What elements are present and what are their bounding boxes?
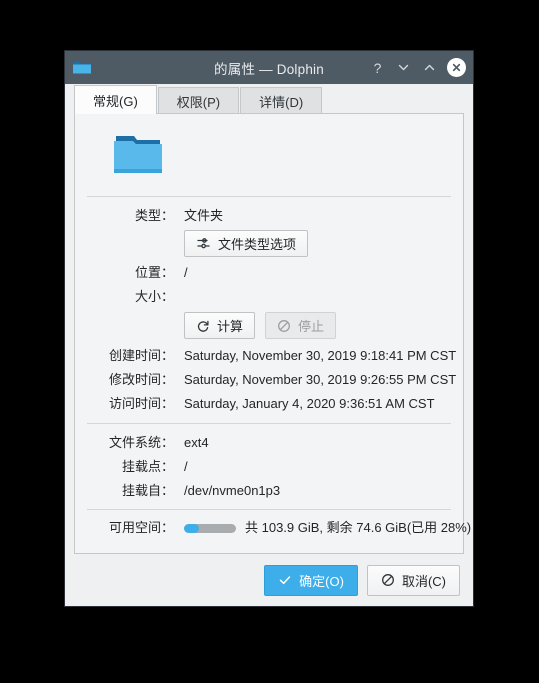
stop-button: 停止 — [265, 312, 337, 339]
accessed-value: Saturday, January 4, 2020 9:36:51 AM CST — [184, 396, 435, 411]
row-accessed: 访问时间： Saturday, January 4, 2020 9:36:51 … — [87, 392, 451, 416]
row-free-space: 可用空间： 共 103.9 GiB, 剩余 74.6 GiB(已用 28%) — [87, 516, 471, 540]
general-tab-panel: 类型： 文件夹 文件类型选项 位置： / 大小： 计算 停止 创建时间： Sat… — [74, 113, 471, 554]
calculate-label: 计算 — [217, 319, 244, 334]
row-created: 创建时间： Saturday, November 30, 2019 9:18:4… — [87, 344, 456, 368]
file-icon-row — [87, 114, 451, 196]
tab-general-label: 常规(G) — [93, 93, 138, 109]
created-label: 创建时间： — [108, 348, 174, 363]
chevron-down-icon[interactable] — [395, 59, 412, 76]
folder-icon — [71, 57, 93, 79]
accessed-label: 访问时间： — [108, 396, 174, 411]
tab-bar: 常规(G) 权限(P) 详情(D) — [65, 84, 473, 114]
modified-value: Saturday, November 30, 2019 9:26:55 PM C… — [184, 372, 457, 387]
row-modified: 修改时间： Saturday, November 30, 2019 9:26:5… — [87, 368, 456, 392]
filesystem-label: 文件系统： — [108, 435, 174, 450]
free-space-value: 共 103.9 GiB, 剩余 74.6 GiB(已用 28%) — [245, 520, 472, 535]
window-controls: ? — [369, 58, 469, 77]
close-icon[interactable] — [447, 58, 466, 77]
mountpoint-value: / — [184, 459, 188, 474]
location-label: 位置： — [134, 265, 174, 280]
stop-forbidden-icon — [277, 319, 291, 333]
file-type-options-label: 文件类型选项 — [218, 237, 297, 252]
configure-sliders-icon — [196, 236, 211, 251]
location-value: / — [184, 265, 188, 280]
check-icon — [278, 573, 292, 587]
free-space-label: 可用空间： — [108, 520, 174, 535]
tab-general[interactable]: 常规(G) — [74, 85, 157, 114]
type-label: 类型： — [134, 208, 174, 223]
row-type: 类型： 文件夹 — [87, 204, 451, 228]
mounted-from-label: 挂载自： — [121, 483, 174, 498]
properties-dialog-window: 的属性 — Dolphin ? 常规(G) 权限(P) 详情(D) 类型： 文件… — [64, 50, 474, 607]
type-value: 文件夹 — [184, 208, 224, 223]
cancel-label: 取消(C) — [401, 573, 446, 589]
ok-button[interactable]: 确定(O) — [264, 564, 358, 596]
large-folder-icon[interactable] — [112, 134, 164, 176]
row-file-type-options: 文件类型选项 — [87, 228, 451, 261]
refresh-icon — [196, 319, 210, 333]
row-filesystem: 文件系统： ext4 — [87, 431, 451, 455]
row-mounted-from: 挂载自： /dev/nvme0n1p3 — [87, 479, 451, 503]
row-size-actions: 计算 停止 — [87, 309, 451, 344]
filesystem-value: ext4 — [184, 435, 209, 450]
chevron-up-icon[interactable] — [421, 59, 438, 76]
help-icon[interactable]: ? — [369, 59, 386, 76]
mountpoint-label: 挂载点： — [121, 459, 174, 474]
ok-label: 确定(O) — [299, 573, 344, 589]
help-glyph: ? — [373, 59, 382, 76]
tab-details[interactable]: 详情(D) — [240, 87, 323, 114]
tab-permissions[interactable]: 权限(P) — [157, 87, 240, 114]
row-location: 位置： / — [87, 261, 451, 285]
created-value: Saturday, November 30, 2019 9:18:41 PM C… — [184, 348, 457, 363]
calculate-button[interactable]: 计算 — [184, 312, 256, 339]
cancel-forbidden-icon — [381, 573, 395, 587]
tab-permissions-label: 权限(P) — [176, 94, 221, 110]
file-type-options-button[interactable]: 文件类型选项 — [184, 230, 309, 257]
row-mountpoint: 挂载点： / — [87, 455, 451, 479]
tab-details-label: 详情(D) — [259, 94, 304, 110]
size-label: 大小： — [134, 289, 174, 304]
dialog-footer: 确定(O) 取消(C) — [65, 554, 473, 606]
title-bar[interactable]: 的属性 — Dolphin ? — [65, 51, 473, 84]
free-space-progress-fill — [184, 523, 199, 533]
mounted-from-value: /dev/nvme0n1p3 — [184, 483, 281, 498]
stop-label: 停止 — [298, 319, 325, 334]
row-size: 大小： — [87, 285, 451, 309]
free-space-progress-bar — [184, 523, 236, 533]
modified-label: 修改时间： — [108, 372, 174, 387]
cancel-button[interactable]: 取消(C) — [366, 564, 460, 596]
